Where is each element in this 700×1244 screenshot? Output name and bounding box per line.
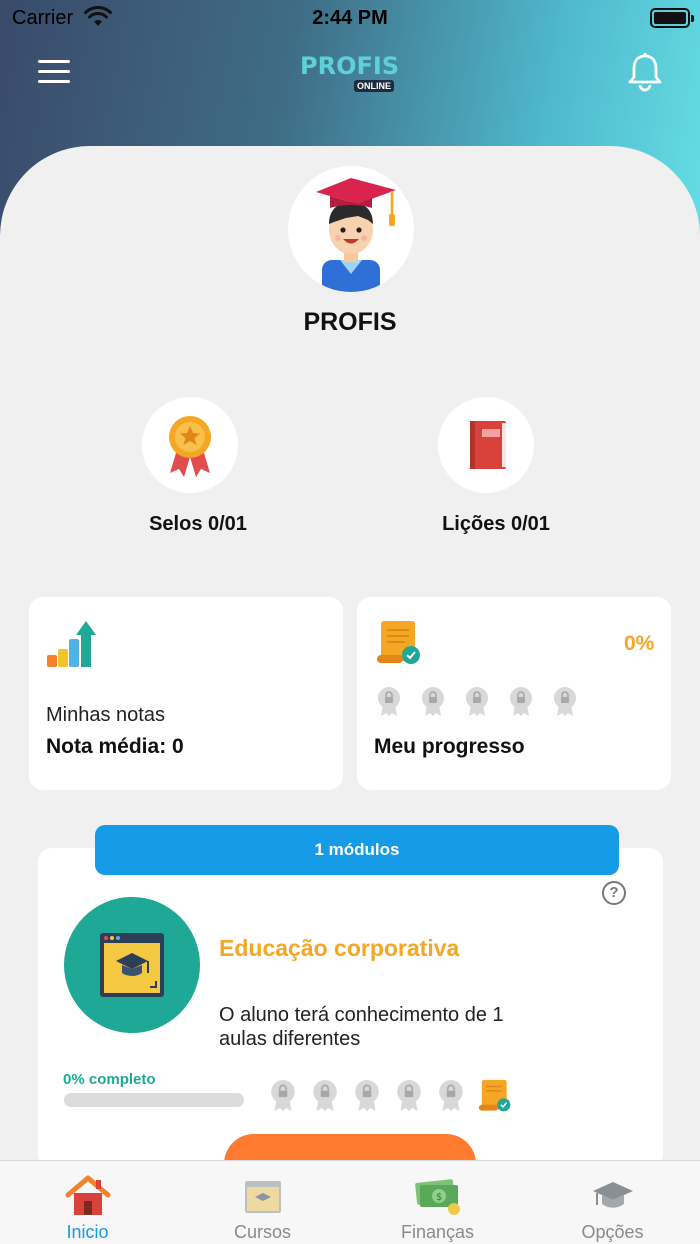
modules-count-button[interactable]: 1 módulos xyxy=(95,825,619,875)
logo-subtext: ONLINE xyxy=(354,80,395,92)
home-icon xyxy=(65,1175,111,1215)
tab-label: Cursos xyxy=(233,1222,291,1242)
tab-inicio[interactable]: Inicio xyxy=(0,1161,175,1244)
tab-label: Inicio xyxy=(66,1222,109,1242)
logo-text: PROFIS xyxy=(300,52,400,80)
lessons-label: Lições 0/01 xyxy=(442,513,550,535)
avatar[interactable] xyxy=(288,166,414,292)
locked-badge-icon xyxy=(439,1080,463,1112)
app-logo: PROFIS ONLINE xyxy=(300,52,400,92)
locked-badge-icon xyxy=(554,687,576,716)
tab-label: Opções xyxy=(581,1222,644,1242)
svg-text:$: $ xyxy=(436,1192,442,1203)
seals-label: Selos 0/01 xyxy=(149,513,247,535)
grades-caption: Minhas notas xyxy=(46,704,165,726)
course-progress-label: 0% completo xyxy=(63,1071,156,1088)
clock: 2:44 PM xyxy=(312,7,388,29)
progress-title: Meu progresso xyxy=(374,735,525,758)
award-medal-icon xyxy=(169,416,211,477)
bell-icon[interactable] xyxy=(626,52,664,92)
tab-financas[interactable]: $ Finanças xyxy=(350,1161,525,1244)
help-icon[interactable]: ? xyxy=(602,881,626,905)
lessons-badge[interactable] xyxy=(438,397,534,493)
course-description: O aluno terá conhecimento de 1 aulas dif… xyxy=(219,1004,504,1050)
locked-badge-icon xyxy=(355,1080,379,1112)
progress-card[interactable]: 0% Meu progresso xyxy=(357,597,671,790)
menu-icon[interactable] xyxy=(38,58,72,84)
red-book-icon xyxy=(470,421,506,469)
locked-badge-icon xyxy=(466,687,488,716)
top-nav: PROFIS ONLINE xyxy=(0,44,700,104)
certificate-scroll-icon xyxy=(377,621,420,664)
locked-badge-icon xyxy=(397,1080,421,1112)
course-title[interactable]: Educação corporativa xyxy=(219,935,459,962)
tab-cursos[interactable]: Cursos xyxy=(175,1161,350,1244)
seals-badge[interactable] xyxy=(142,397,238,493)
status-bar: Carrier 2:44 PM xyxy=(0,0,700,36)
user-name: PROFIS xyxy=(303,308,397,336)
locked-badge-icon xyxy=(271,1080,295,1112)
online-course-icon xyxy=(100,933,164,997)
locked-badge-icon xyxy=(422,687,444,716)
courses-icon xyxy=(245,1181,281,1213)
graduation-cap-icon xyxy=(593,1182,633,1208)
grades-card[interactable]: Minhas notas Nota média: 0 xyxy=(29,597,343,790)
progress-card-badges xyxy=(375,685,585,717)
certificate-scroll-icon xyxy=(478,1079,511,1112)
tab-opcoes[interactable]: Opções xyxy=(525,1161,700,1244)
course-progress-bar xyxy=(64,1093,244,1107)
battery-icon xyxy=(650,8,694,28)
locked-badge-icon xyxy=(378,687,400,716)
locked-badge-icon xyxy=(313,1080,337,1112)
course-thumbnail[interactable] xyxy=(64,897,200,1033)
tab-bar: Inicio Cursos $ Finanças Opções xyxy=(0,1160,700,1244)
average-grade: Nota média: 0 xyxy=(46,735,184,758)
money-icon: $ xyxy=(415,1179,460,1215)
student-avatar-icon xyxy=(316,178,396,292)
progress-percent: 0% xyxy=(624,632,655,655)
course-badges xyxy=(268,1077,518,1117)
locked-badge-icon xyxy=(510,687,532,716)
tab-label: Finanças xyxy=(400,1222,475,1242)
growth-chart-icon xyxy=(47,621,96,667)
